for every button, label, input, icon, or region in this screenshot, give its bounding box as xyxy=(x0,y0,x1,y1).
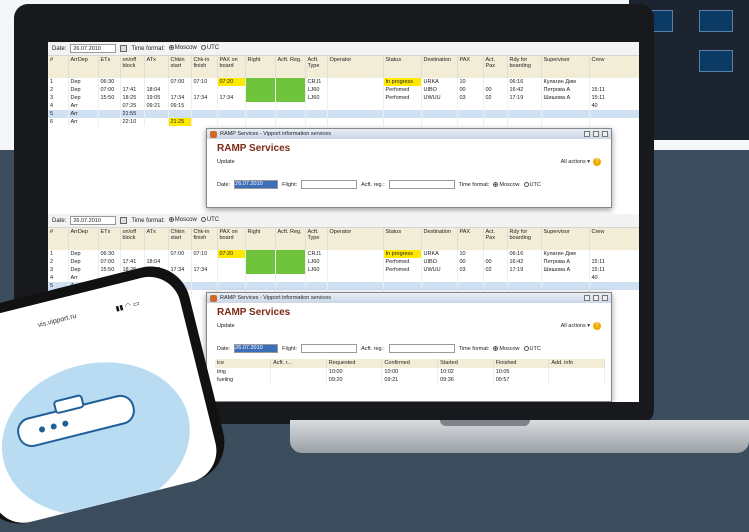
help-icon[interactable]: ? xyxy=(593,322,601,330)
dialog-titlebar: RAMP Services - Vipport information serv… xyxy=(207,129,611,139)
table-header: # ArrDep ETx on/off block ATx Chkin start Chk-… xyxy=(48,228,639,250)
all-actions-menu[interactable]: All actions ▾ xyxy=(561,159,590,165)
ramp-dialog-2: RAMP Services - Vipport information serv… xyxy=(206,292,612,402)
help-icon[interactable]: ? xyxy=(593,158,601,166)
moscow-radio[interactable]: Moscow xyxy=(168,45,197,52)
table-row[interactable]: 1 Dep 06:30 07:00 07:10 07:20 CRJ1 In progress U… xyxy=(48,250,639,258)
laptop-base xyxy=(290,420,749,453)
services-table: ice Acft. r... Requested Confirmed Started Fi… xyxy=(215,359,605,384)
utc-radio[interactable]: UTC xyxy=(200,45,219,52)
table-row[interactable]: 5 Arr 21:55 xyxy=(48,110,639,118)
table-row[interactable]: 3 Dep 15:50 18:25 19:05 17:34 17:34 17:34 LJ60 Pe… xyxy=(48,94,639,102)
toolbar: Date: 26.07.2010 Time format: Moscow UTC xyxy=(48,42,639,56)
app-icon xyxy=(210,130,217,138)
flight-input[interactable] xyxy=(301,180,358,189)
update-button[interactable]: Update xyxy=(217,159,235,165)
table-row[interactable]: 2 Dep 07:00 17:41 18:04 LJ60 Perfomed UIBO 00 00 1… xyxy=(48,258,639,266)
flights-panel-1: Date: 26.07.2010 Time format: Moscow UTC… xyxy=(48,42,639,126)
table-header: # ArrDep ETx on/off block ATx Chkin start Chk-… xyxy=(48,56,639,78)
flight-input[interactable] xyxy=(301,344,358,353)
minimize-button[interactable] xyxy=(584,131,590,137)
dialog-date-input[interactable]: 26.07.2010 xyxy=(234,180,279,189)
all-actions-menu[interactable]: All actions ▾ xyxy=(561,323,590,329)
signal-wifi-battery-icon: ▮▮ ◠ ▭ xyxy=(115,300,141,313)
table-header: ice Acft. r... Requested Confirmed Started Fi… xyxy=(215,359,605,368)
app-icon xyxy=(210,294,217,302)
dialog-heading: RAMP Services xyxy=(217,143,291,154)
calendar-icon[interactable] xyxy=(120,45,128,52)
utc-radio[interactable]: UTC xyxy=(200,217,219,224)
flights-table: # ArrDep ETx on/off block ATx Chkin start Chk-… xyxy=(48,56,639,126)
close-button[interactable] xyxy=(602,131,608,137)
table-row[interactable]: fueling 09:20 09:21 09:36 09:57 xyxy=(215,376,605,384)
acft-reg-input[interactable] xyxy=(388,344,455,353)
maximize-button[interactable] xyxy=(593,295,599,301)
calendar-icon[interactable] xyxy=(120,217,128,224)
date-input[interactable]: 26.07.2010 xyxy=(70,44,117,53)
dialog-heading: RAMP Services xyxy=(217,307,291,318)
dialog-date-input[interactable]: 26.07.2010 xyxy=(234,344,279,353)
table-row[interactable]: 4 Arr 07:25 09:21 09:15 40 xyxy=(48,102,639,110)
minimize-button[interactable] xyxy=(584,295,590,301)
table-row[interactable]: 1 Dep 06:30 07:00 07:10 07:20 CRJ1 In progress U… xyxy=(48,78,639,86)
table-row[interactable]: ting 10:00 10:00 10:02 10:05 xyxy=(215,368,605,376)
phone-screen: vis.vipport.ru ▮▮ ◠ ▭ xyxy=(0,270,224,530)
close-button[interactable] xyxy=(602,295,608,301)
date-label: Date: xyxy=(52,45,67,52)
toolbar: Date: 26.07.2010 Time format: Moscow UTC xyxy=(48,214,639,228)
moscow-radio[interactable]: Moscow xyxy=(168,217,197,224)
date-input[interactable]: 26.07.2010 xyxy=(70,216,117,225)
time-format-label: Time format: xyxy=(131,45,165,52)
table-row[interactable]: 2 Dep 07:00 17:41 18:04 LJ60 Perfomed UIBO 00 00 1… xyxy=(48,86,639,94)
ramp-dialog-1: RAMP Services - Vipport information serv… xyxy=(206,128,612,208)
dialog-titlebar: RAMP Services - Vipport information serv… xyxy=(207,293,611,303)
acft-reg-input[interactable] xyxy=(388,180,455,189)
phone-url: vis.vipport.ru xyxy=(37,312,78,330)
table-row[interactable]: 6 Arr 22:10 21:25 xyxy=(48,118,639,126)
maximize-button[interactable] xyxy=(593,131,599,137)
update-button[interactable]: Update xyxy=(217,323,235,329)
